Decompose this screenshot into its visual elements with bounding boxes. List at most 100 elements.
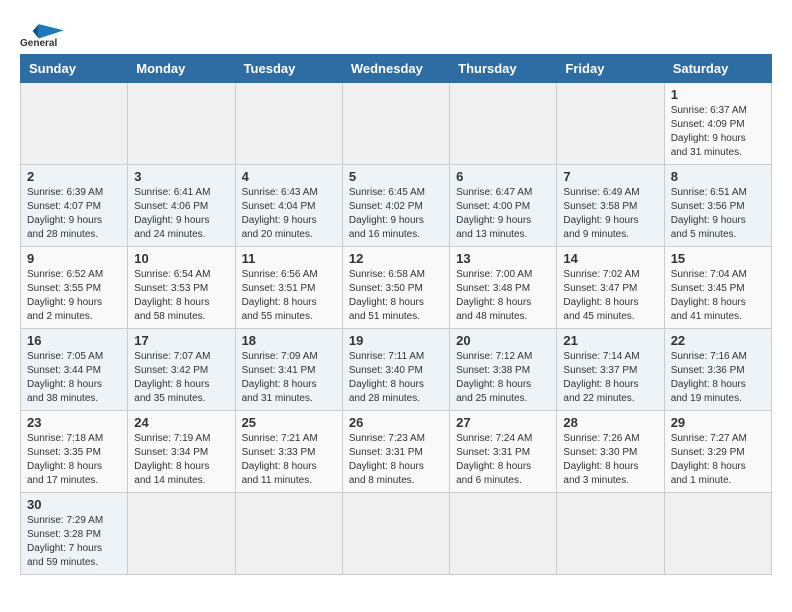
calendar-cell: 27 Sunrise: 7:24 AMSunset: 3:31 PMDayligh… [450, 411, 557, 493]
day-info: Sunrise: 6:39 AMSunset: 4:07 PMDaylight:… [27, 186, 121, 242]
calendar-header-row: SundayMondayTuesdayWednesdayThursdayFrid… [21, 55, 772, 83]
calendar-table: SundayMondayTuesdayWednesdayThursdayFrid… [20, 54, 772, 575]
calendar-cell: 24 Sunrise: 7:19 AMSunset: 3:34 PMDayligh… [128, 411, 235, 493]
weekday-header-thursday: Thursday [450, 55, 557, 83]
calendar-cell: 1 Sunrise: 6:37 AMSunset: 4:09 PMDaylight… [664, 83, 771, 165]
day-number: 19 [349, 333, 443, 348]
calendar-header: General [20, 20, 772, 44]
weekday-header-sunday: Sunday [21, 55, 128, 83]
calendar-cell [450, 493, 557, 575]
weekday-header-saturday: Saturday [664, 55, 771, 83]
day-number: 29 [671, 415, 765, 430]
weekday-header-friday: Friday [557, 55, 664, 83]
day-number: 1 [671, 87, 765, 102]
day-info: Sunrise: 7:09 AMSunset: 3:41 PMDaylight:… [242, 350, 336, 406]
day-number: 9 [27, 251, 121, 266]
day-number: 26 [349, 415, 443, 430]
calendar-cell: 15 Sunrise: 7:04 AMSunset: 3:45 PMDayligh… [664, 247, 771, 329]
day-info: Sunrise: 7:05 AMSunset: 3:44 PMDaylight:… [27, 350, 121, 406]
day-info: Sunrise: 7:14 AMSunset: 3:37 PMDaylight:… [563, 350, 657, 406]
calendar-cell: 25 Sunrise: 7:21 AMSunset: 3:33 PMDayligh… [235, 411, 342, 493]
day-number: 18 [242, 333, 336, 348]
logo-area: General [20, 20, 70, 44]
day-number: 27 [456, 415, 550, 430]
day-number: 14 [563, 251, 657, 266]
generalblue-logo-icon: General [20, 20, 70, 50]
calendar-cell: 22Sunrise: 7:16 AMSunset: 3:36 PMDayligh… [664, 329, 771, 411]
calendar-cell [557, 493, 664, 575]
weekday-header-wednesday: Wednesday [342, 55, 449, 83]
calendar-cell: 20 Sunrise: 7:12 AMSunset: 3:38 PMDayligh… [450, 329, 557, 411]
calendar-cell: 18 Sunrise: 7:09 AMSunset: 3:41 PMDayligh… [235, 329, 342, 411]
day-info: Sunrise: 6:54 AMSunset: 3:53 PMDaylight:… [134, 268, 228, 324]
day-number: 6 [456, 169, 550, 184]
day-number: 10 [134, 251, 228, 266]
calendar-cell: 28 Sunrise: 7:26 AMSunset: 3:30 PMDayligh… [557, 411, 664, 493]
calendar-cell [128, 493, 235, 575]
day-info: Sunrise: 6:49 AMSunset: 3:58 PMDaylight:… [563, 186, 657, 242]
calendar-cell: 23 Sunrise: 7:18 AMSunset: 3:35 PMDayligh… [21, 411, 128, 493]
day-info: Sunrise: 7:18 AMSunset: 3:35 PMDaylight:… [27, 432, 121, 488]
day-info: Sunrise: 6:41 AMSunset: 4:06 PMDaylight:… [134, 186, 228, 242]
calendar-cell [664, 493, 771, 575]
day-number: 23 [27, 415, 121, 430]
day-number: 12 [349, 251, 443, 266]
day-info: Sunrise: 7:04 AMSunset: 3:45 PMDaylight:… [671, 268, 765, 324]
calendar-cell [557, 83, 664, 165]
day-info: Sunrise: 6:56 AMSunset: 3:51 PMDaylight:… [242, 268, 336, 324]
day-number: 15 [671, 251, 765, 266]
calendar-cell: 21 Sunrise: 7:14 AMSunset: 3:37 PMDayligh… [557, 329, 664, 411]
day-info: Sunrise: 7:19 AMSunset: 3:34 PMDaylight:… [134, 432, 228, 488]
day-info: Sunrise: 7:00 AMSunset: 3:48 PMDaylight:… [456, 268, 550, 324]
day-number: 5 [349, 169, 443, 184]
day-info: Sunrise: 7:02 AMSunset: 3:47 PMDaylight:… [563, 268, 657, 324]
day-number: 22 [671, 333, 765, 348]
day-number: 13 [456, 251, 550, 266]
day-info: Sunrise: 6:52 AMSunset: 3:55 PMDaylight:… [27, 268, 121, 324]
calendar-cell [342, 83, 449, 165]
calendar-cell: 2 Sunrise: 6:39 AMSunset: 4:07 PMDaylight… [21, 165, 128, 247]
day-info: Sunrise: 6:51 AMSunset: 3:56 PMDaylight:… [671, 186, 765, 242]
calendar-cell: 9 Sunrise: 6:52 AMSunset: 3:55 PMDaylight… [21, 247, 128, 329]
calendar-cell: 6Sunrise: 6:47 AMSunset: 4:00 PMDaylight… [450, 165, 557, 247]
day-number: 24 [134, 415, 228, 430]
calendar-cell [21, 83, 128, 165]
day-info: Sunrise: 7:12 AMSunset: 3:38 PMDaylight:… [456, 350, 550, 406]
day-info: Sunrise: 7:26 AMSunset: 3:30 PMDaylight:… [563, 432, 657, 488]
calendar-cell: 26 Sunrise: 7:23 AMSunset: 3:31 PMDayligh… [342, 411, 449, 493]
day-info: Sunrise: 7:07 AMSunset: 3:42 PMDaylight:… [134, 350, 228, 406]
calendar-cell: 5 Sunrise: 6:45 AMSunset: 4:02 PMDaylight… [342, 165, 449, 247]
calendar-cell: 16 Sunrise: 7:05 AMSunset: 3:44 PMDayligh… [21, 329, 128, 411]
day-number: 2 [27, 169, 121, 184]
day-info: Sunrise: 7:24 AMSunset: 3:31 PMDaylight:… [456, 432, 550, 488]
day-info: Sunrise: 7:29 AMSunset: 3:28 PMDaylight:… [27, 514, 121, 570]
day-info: Sunrise: 7:21 AMSunset: 3:33 PMDaylight:… [242, 432, 336, 488]
day-number: 16 [27, 333, 121, 348]
day-number: 4 [242, 169, 336, 184]
day-info: Sunrise: 7:27 AMSunset: 3:29 PMDaylight:… [671, 432, 765, 488]
day-info: Sunrise: 6:37 AMSunset: 4:09 PMDaylight:… [671, 104, 765, 160]
day-info: Sunrise: 6:43 AMSunset: 4:04 PMDaylight:… [242, 186, 336, 242]
calendar-cell [342, 493, 449, 575]
calendar-cell: 12 Sunrise: 6:58 AMSunset: 3:50 PMDayligh… [342, 247, 449, 329]
day-number: 21 [563, 333, 657, 348]
day-number: 11 [242, 251, 336, 266]
calendar-cell: 8Sunrise: 6:51 AMSunset: 3:56 PMDaylight… [664, 165, 771, 247]
calendar-cell: 17Sunrise: 7:07 AMSunset: 3:42 PMDayligh… [128, 329, 235, 411]
calendar-cell: 7 Sunrise: 6:49 AMSunset: 3:58 PMDaylight… [557, 165, 664, 247]
calendar-cell: 13 Sunrise: 7:00 AMSunset: 3:48 PMDayligh… [450, 247, 557, 329]
calendar-cell [235, 493, 342, 575]
day-number: 20 [456, 333, 550, 348]
day-number: 28 [563, 415, 657, 430]
calendar-cell: 14 Sunrise: 7:02 AMSunset: 3:47 PMDayligh… [557, 247, 664, 329]
day-info: Sunrise: 6:58 AMSunset: 3:50 PMDaylight:… [349, 268, 443, 324]
calendar-cell: 3Sunrise: 6:41 AMSunset: 4:06 PMDaylight… [128, 165, 235, 247]
day-number: 7 [563, 169, 657, 184]
day-number: 25 [242, 415, 336, 430]
calendar-cell: 19Sunrise: 7:11 AMSunset: 3:40 PMDayligh… [342, 329, 449, 411]
day-info: Sunrise: 7:23 AMSunset: 3:31 PMDaylight:… [349, 432, 443, 488]
day-info: Sunrise: 6:45 AMSunset: 4:02 PMDaylight:… [349, 186, 443, 242]
svg-text:General: General [20, 38, 57, 49]
calendar-cell [235, 83, 342, 165]
calendar-cell [450, 83, 557, 165]
